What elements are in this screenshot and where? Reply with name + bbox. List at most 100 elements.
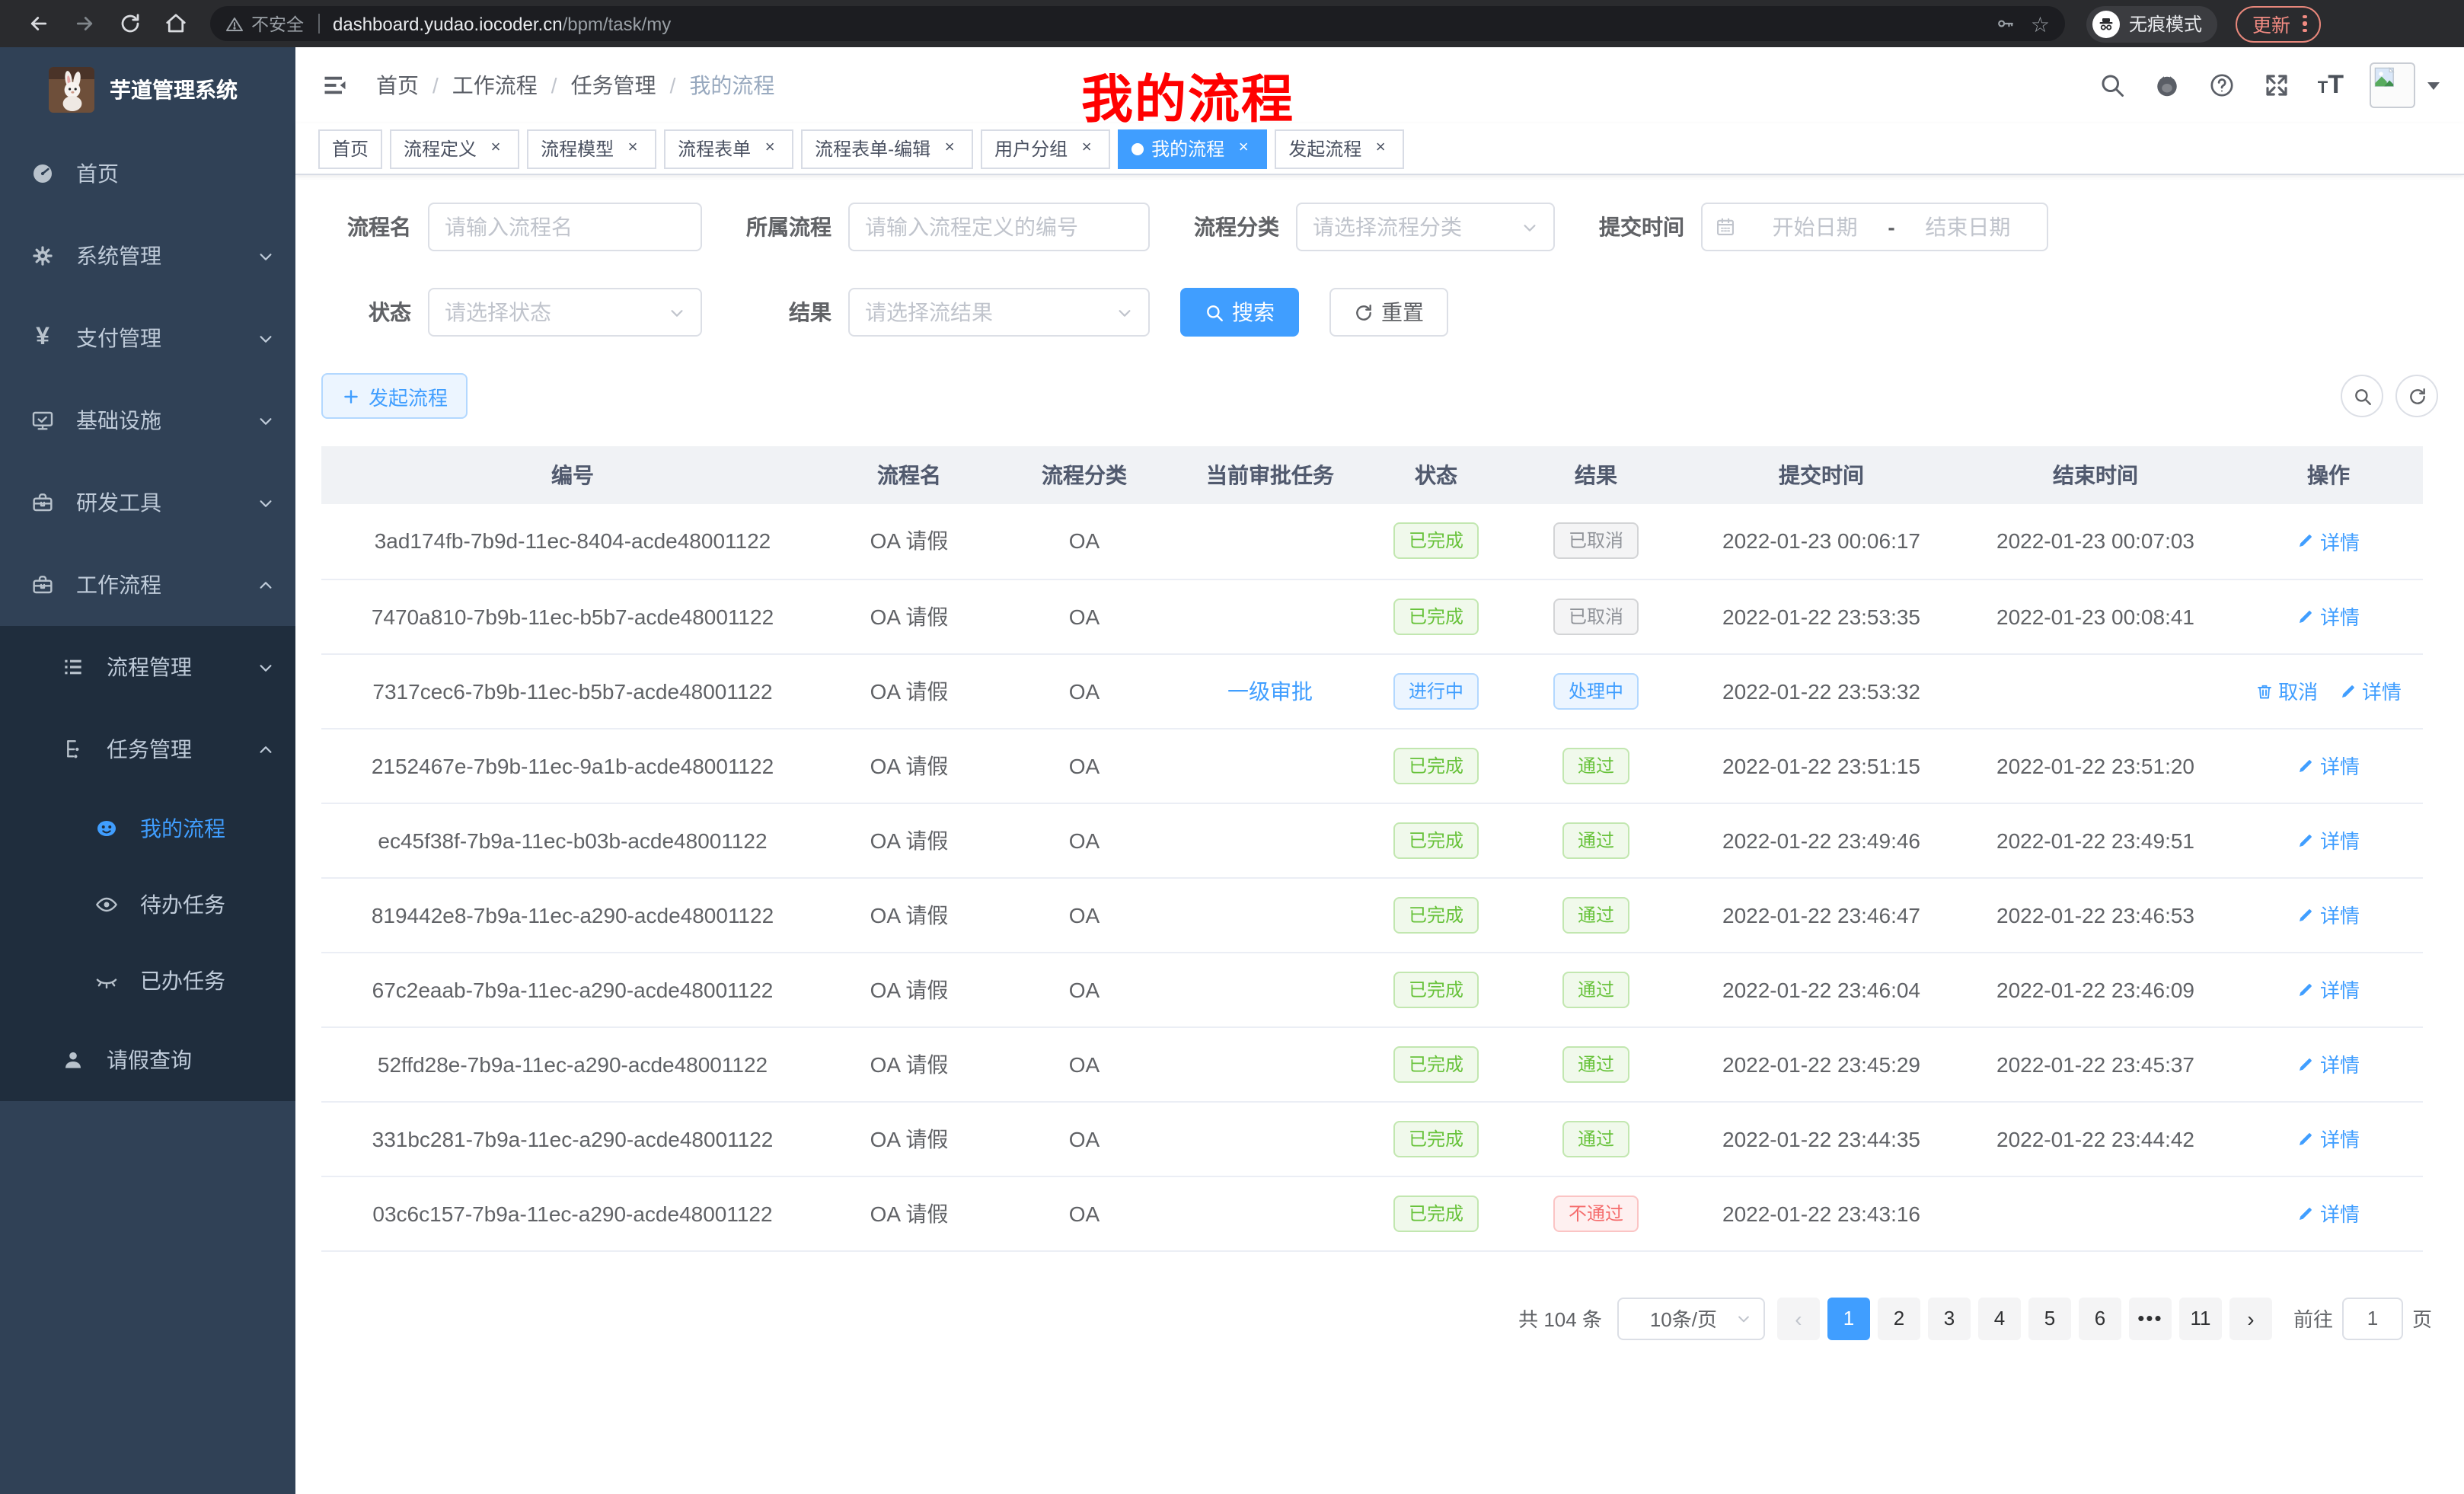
detail-link[interactable]: 详情 — [2297, 751, 2360, 780]
sidebar-item-home[interactable]: 首页 — [0, 132, 295, 215]
pen-icon — [2339, 682, 2357, 700]
tab[interactable]: 发起流程 — [1275, 129, 1404, 168]
status-badge: 已完成 — [1393, 747, 1479, 784]
process-category: OA — [994, 952, 1174, 1026]
result-badge: 通过 — [1562, 1120, 1629, 1157]
col-header: 提交时间 — [1686, 446, 1957, 504]
avatar[interactable] — [2370, 62, 2415, 108]
font-size-icon[interactable]: TT — [2318, 70, 2344, 101]
detail-link[interactable]: 详情 — [2297, 825, 2360, 854]
breadcrumb-item[interactable]: 工作流程 — [452, 70, 538, 101]
tab[interactable]: 我的流程 — [1118, 129, 1267, 168]
page-button[interactable]: 1 — [1827, 1297, 1870, 1339]
user-menu[interactable] — [2370, 62, 2440, 108]
result-badge: 通过 — [1562, 1045, 1629, 1082]
reload-icon[interactable] — [107, 5, 152, 42]
result-label: 结果 — [732, 297, 831, 327]
refresh-button[interactable] — [2395, 375, 2438, 417]
back-icon[interactable] — [15, 5, 61, 42]
forward-icon[interactable] — [61, 5, 107, 42]
table-row: 03c6c157-7b9a-11ec-a290-acde48001122 OA … — [321, 1176, 2423, 1250]
page-button[interactable]: 2 — [1878, 1297, 1920, 1339]
detail-link[interactable]: 详情 — [2297, 975, 2360, 1004]
category-select[interactable]: 请选择流程分类 — [1296, 203, 1555, 251]
star-icon[interactable]: ☆ — [2031, 13, 2050, 34]
sidebar-item-done-tasks[interactable]: 已办任务 — [0, 943, 295, 1019]
detail-link[interactable]: 详情 — [2297, 900, 2360, 929]
detail-link[interactable]: 详情 — [2297, 527, 2360, 556]
tab[interactable]: 流程表单 — [664, 129, 793, 168]
sidebar-item-infra[interactable]: 基础设施 — [0, 379, 295, 461]
tab-close-icon[interactable] — [940, 139, 959, 158]
status-select[interactable]: 请选择状态 — [428, 288, 702, 337]
page-button[interactable]: 6 — [2079, 1297, 2121, 1339]
page-size-select[interactable]: 10条/页 — [1617, 1297, 1765, 1339]
sidebar-item-process-mgmt[interactable]: 流程管理 — [0, 626, 295, 708]
detail-link[interactable]: 详情 — [2297, 1124, 2360, 1153]
github-icon[interactable] — [2153, 71, 2182, 100]
sidebar-item-my-process[interactable]: 我的流程 — [0, 790, 295, 867]
hamburger-icon[interactable] — [318, 69, 352, 102]
tab[interactable]: 流程定义 — [390, 129, 519, 168]
result-select[interactable]: 请选择流结果 — [848, 288, 1150, 337]
reset-button[interactable]: 重置 — [1329, 288, 1448, 337]
detail-link[interactable]: 详情 — [2339, 676, 2402, 705]
tab-close-icon[interactable] — [1371, 139, 1390, 158]
process-name-input[interactable]: 请输入流程名 — [428, 203, 702, 251]
next-page-icon[interactable]: › — [2229, 1297, 2272, 1339]
tab[interactable]: 用户分组 — [981, 129, 1110, 168]
fullscreen-icon[interactable] — [2263, 71, 2292, 100]
sidebar-item-devtools[interactable]: 研发工具 — [0, 461, 295, 544]
page-button[interactable]: 4 — [1978, 1297, 2021, 1339]
home-icon[interactable] — [152, 5, 198, 42]
breadcrumb-item[interactable]: 首页 — [376, 70, 419, 101]
sidebar-item-workflow[interactable]: 工作流程 — [0, 544, 295, 626]
detail-link[interactable]: 详情 — [2297, 1049, 2360, 1078]
chevron-down-icon — [1116, 304, 1133, 321]
result-badge: 已取消 — [1553, 523, 1639, 560]
tab-close-icon[interactable] — [623, 139, 643, 158]
tab[interactable]: 流程模型 — [527, 129, 656, 168]
sidebar-item-leave-query[interactable]: 请假查询 — [0, 1019, 295, 1101]
search-icon[interactable] — [2099, 71, 2127, 100]
help-icon[interactable] — [2208, 71, 2237, 100]
submit-time: 2022-01-22 23:44:35 — [1686, 1101, 1957, 1176]
search-button[interactable]: 搜索 — [1180, 288, 1299, 337]
show-search-button[interactable] — [2341, 375, 2383, 417]
page-button[interactable]: 3 — [1928, 1297, 1971, 1339]
process-category: OA — [994, 1176, 1174, 1250]
process-category: OA — [994, 1026, 1174, 1101]
sidebar-logo[interactable]: 芋道管理系统 — [0, 47, 295, 132]
tab-close-icon[interactable] — [1234, 139, 1253, 158]
broken-image-icon — [2373, 65, 2399, 91]
prev-page-icon[interactable]: ‹ — [1777, 1297, 1820, 1339]
key-icon[interactable] — [1996, 14, 2016, 34]
update-button[interactable]: 更新 — [2236, 5, 2320, 42]
sidebar-item-task-mgmt[interactable]: 任务管理 — [0, 708, 295, 790]
address-bar[interactable]: 不安全 dashboard.yudao.iocoder.cn/bpm/task/… — [210, 6, 2065, 41]
process-definition-input[interactable]: 请输入流程定义的编号 — [848, 203, 1150, 251]
sidebar-item-todo-tasks[interactable]: 待办任务 — [0, 867, 295, 943]
tab[interactable]: 首页 — [318, 129, 382, 168]
goto-page-input[interactable] — [2342, 1297, 2403, 1339]
breadcrumb-item[interactable]: 任务管理 — [571, 70, 656, 101]
kebab-menu-icon[interactable] — [2303, 15, 2306, 33]
chevron-down-icon — [1736, 1310, 1751, 1326]
page-button[interactable]: ••• — [2129, 1297, 2172, 1339]
detail-link[interactable]: 详情 — [2297, 602, 2360, 630]
warning-icon[interactable] — [225, 14, 244, 33]
tab[interactable]: 流程表单-编辑 — [801, 129, 973, 168]
page-button[interactable]: 5 — [2028, 1297, 2071, 1339]
create-process-button[interactable]: 发起流程 — [321, 373, 468, 419]
current-task-link[interactable]: 一级审批 — [1227, 675, 1313, 706]
sidebar-item-payment[interactable]: ¥ 支付管理 — [0, 297, 295, 379]
cancel-link[interactable]: 取消 — [2255, 676, 2318, 705]
sidebar-item-system[interactable]: 系统管理 — [0, 215, 295, 297]
pen-icon — [2297, 980, 2316, 998]
submit-time-range-picker[interactable]: 开始日期 - 结束日期 — [1701, 203, 2048, 251]
tab-close-icon[interactable] — [1077, 139, 1096, 158]
page-button[interactable]: 11 — [2179, 1297, 2222, 1339]
detail-link[interactable]: 详情 — [2297, 1199, 2360, 1227]
tab-close-icon[interactable] — [486, 139, 506, 158]
tab-close-icon[interactable] — [760, 139, 780, 158]
